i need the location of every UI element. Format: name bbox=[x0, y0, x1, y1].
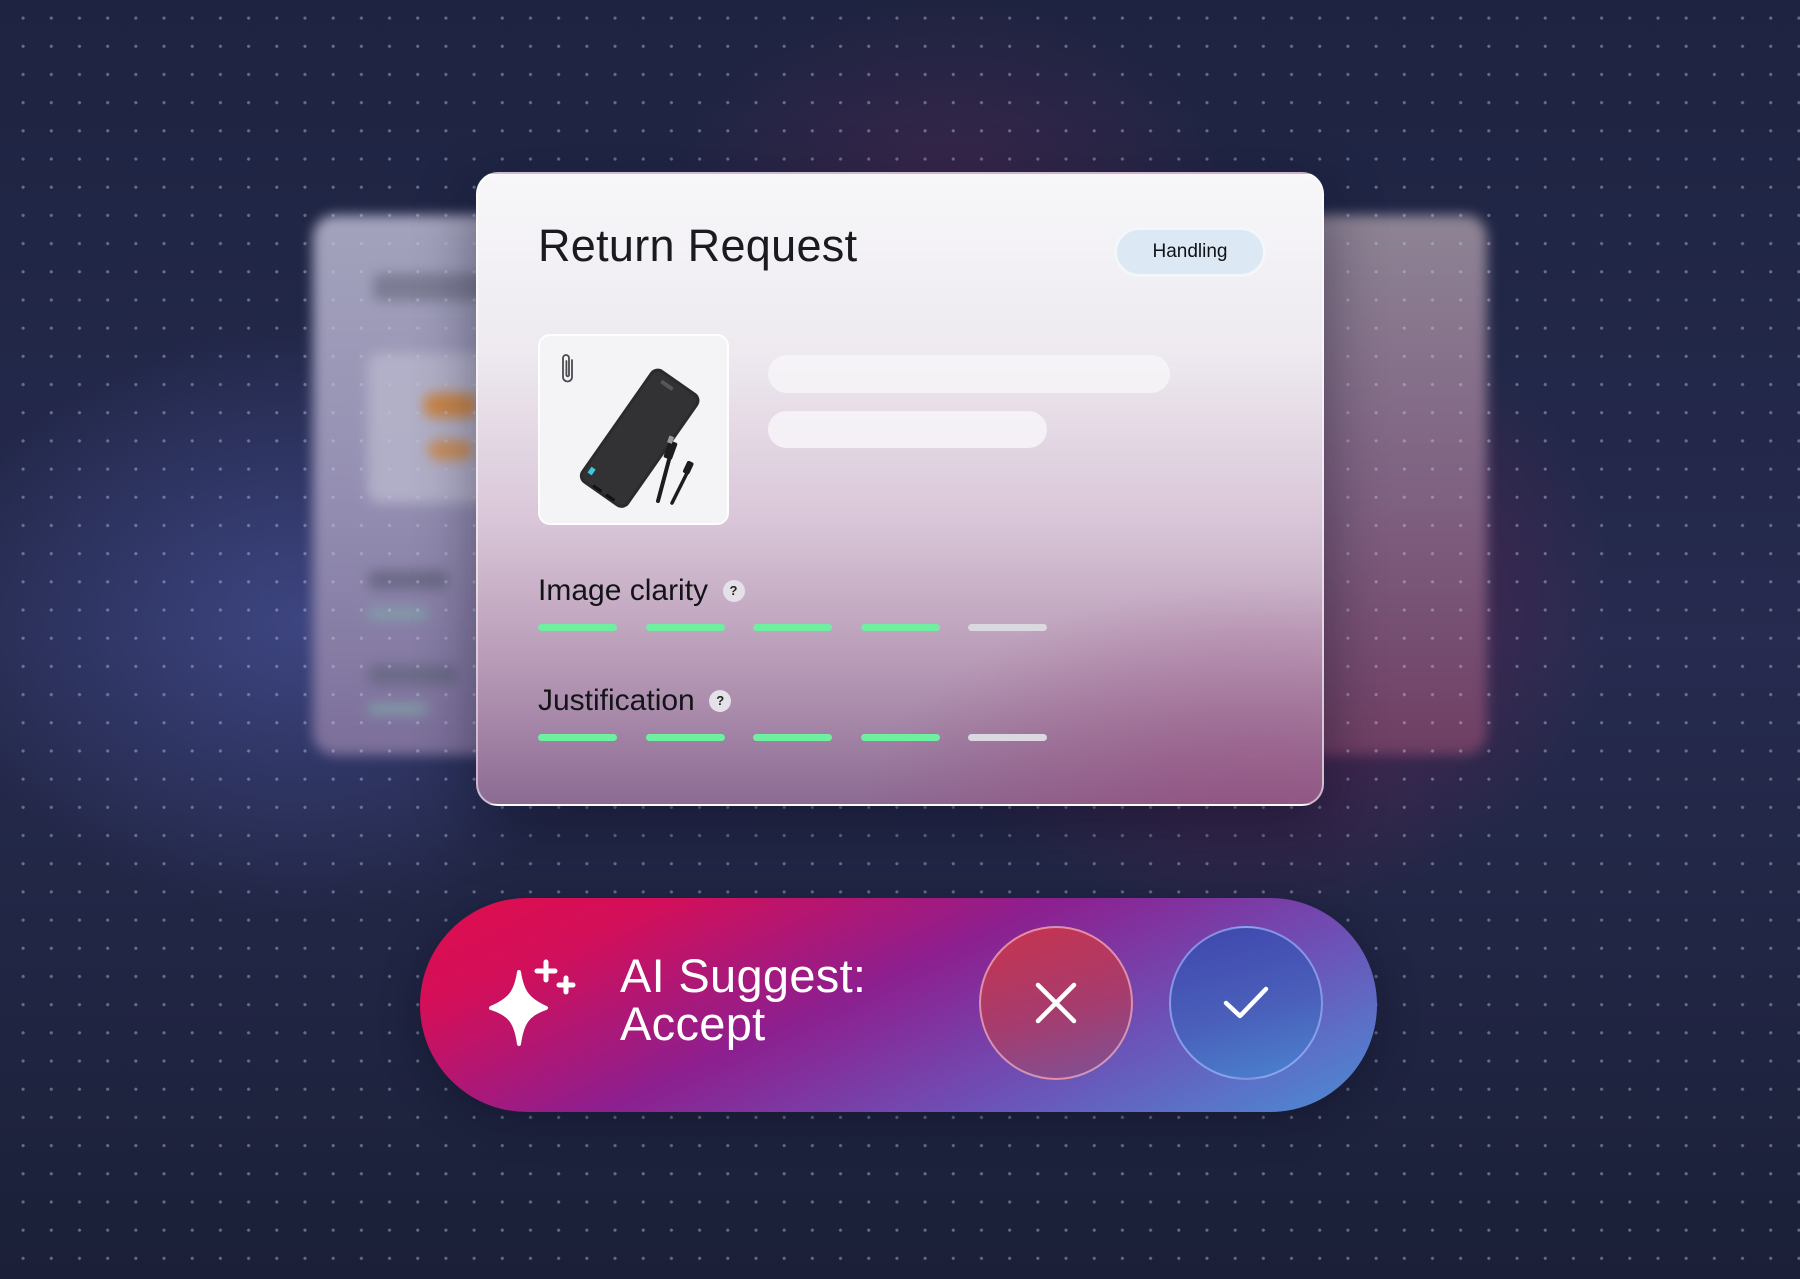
background-card-label bbox=[368, 665, 458, 685]
close-icon bbox=[1035, 982, 1077, 1024]
rating-segment-filled bbox=[538, 624, 617, 631]
ai-suggestion-text: AI Suggest: Accept bbox=[620, 952, 866, 1048]
rating-segment-filled bbox=[753, 734, 832, 741]
background-card-label bbox=[368, 570, 448, 590]
rating-bar bbox=[538, 734, 1058, 742]
rating-bar bbox=[538, 624, 1058, 632]
metric-label: Image clarity bbox=[538, 574, 709, 607]
rating-segment-filled bbox=[860, 624, 940, 631]
ai-suggestion-title: AI Suggest: bbox=[620, 949, 867, 1002]
background-card-bar bbox=[368, 705, 428, 713]
help-icon[interactable]: ? bbox=[722, 580, 745, 602]
card-title: Return Request bbox=[538, 220, 858, 271]
ai-suggestion-value: Accept bbox=[620, 997, 766, 1050]
metric-justification: Justification ? bbox=[538, 684, 1047, 741]
rating-segment-filled bbox=[860, 734, 940, 741]
sparkle-icon bbox=[489, 959, 576, 1046]
rating-segment-filled bbox=[645, 734, 725, 741]
return-request-card: Return Request Handling Image clarity ? bbox=[476, 172, 1324, 806]
accept-button[interactable] bbox=[1169, 926, 1323, 1080]
text-placeholder-line bbox=[768, 411, 1047, 448]
reject-button[interactable] bbox=[979, 926, 1133, 1080]
power-bank-image bbox=[579, 368, 700, 508]
background-card-product-shape bbox=[423, 393, 478, 418]
background-card-bar bbox=[368, 610, 428, 618]
rating-segment-empty bbox=[968, 734, 1047, 741]
rating-segment-filled bbox=[753, 624, 832, 631]
status-badge[interactable]: Handling bbox=[1114, 227, 1266, 277]
product-thumbnail[interactable] bbox=[538, 334, 729, 525]
ai-suggestion-bar: AI Suggest: Accept bbox=[420, 898, 1377, 1112]
rating-segment-empty bbox=[968, 624, 1047, 631]
background-card-product-shape bbox=[428, 440, 473, 460]
text-placeholder-line bbox=[768, 355, 1170, 393]
rating-segment-filled bbox=[645, 624, 725, 631]
metric-label: Justification bbox=[538, 684, 695, 717]
check-icon bbox=[1223, 986, 1269, 1019]
rating-segment-filled bbox=[538, 734, 617, 741]
help-icon[interactable]: ? bbox=[709, 690, 732, 712]
metric-image-clarity: Image clarity ? bbox=[538, 574, 1047, 631]
